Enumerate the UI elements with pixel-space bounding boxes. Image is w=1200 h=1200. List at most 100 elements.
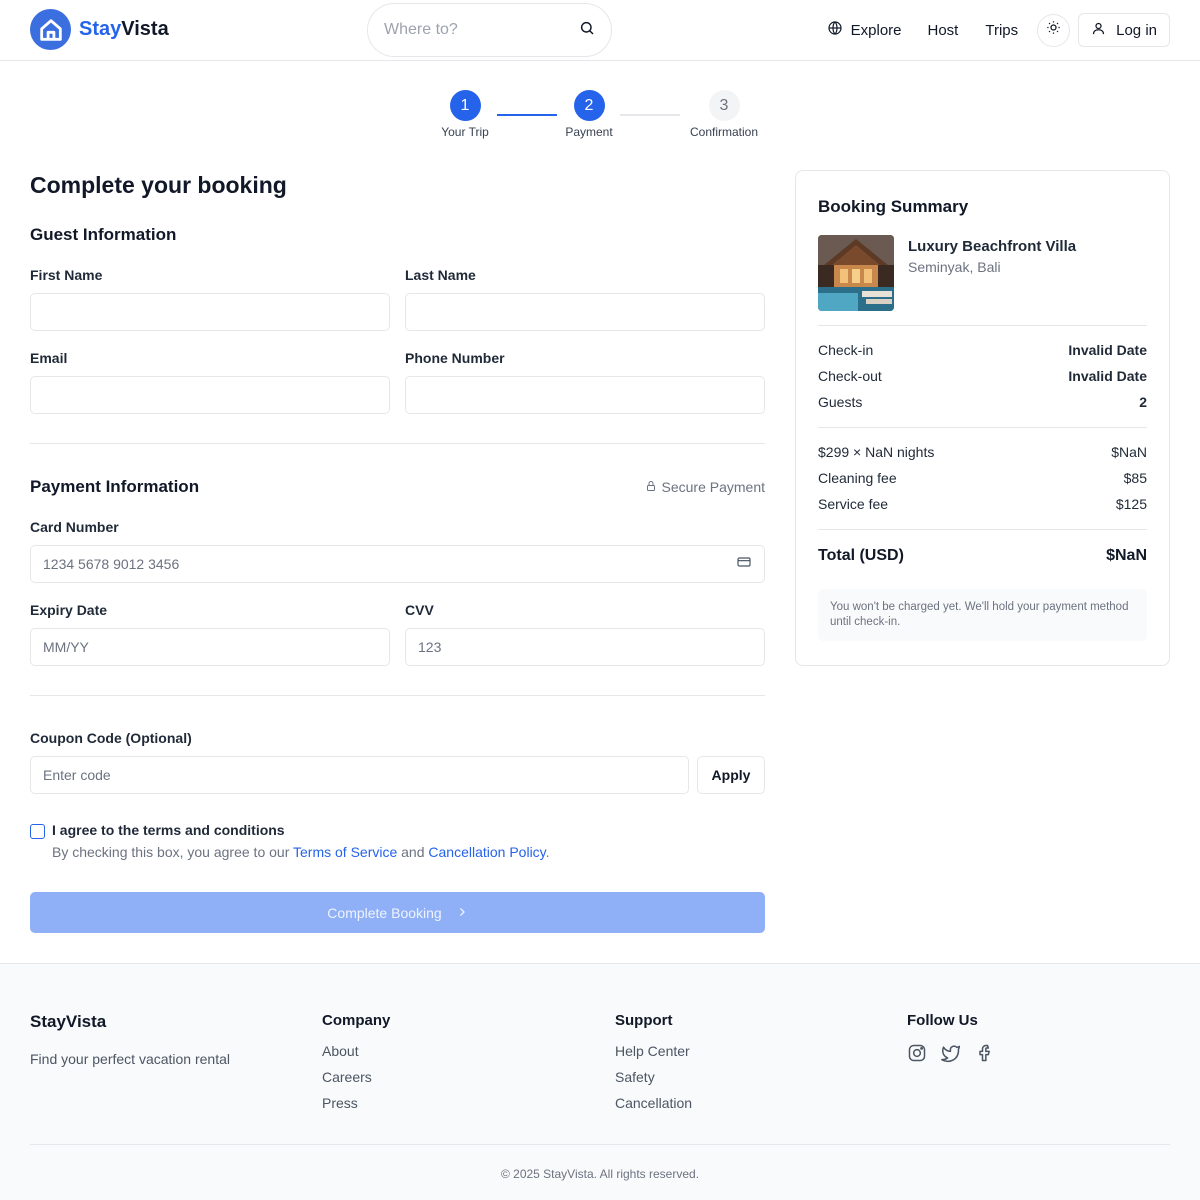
apply-coupon-button[interactable]: Apply <box>697 756 765 794</box>
footer-divider <box>30 1144 1170 1145</box>
user-icon <box>1091 21 1106 40</box>
logo-text-stay: Stay <box>79 18 122 40</box>
checkout-label: Check-out <box>818 368 882 384</box>
email-label: Email <box>30 350 68 366</box>
cancellation-policy-link[interactable]: Cancellation Policy <box>428 844 545 860</box>
guest-section-title: Guest Information <box>30 225 177 244</box>
logo[interactable]: StayVista <box>30 9 169 50</box>
cvv-field[interactable] <box>405 628 765 666</box>
checkout-value: Invalid Date <box>1068 368 1147 384</box>
section-divider <box>30 443 765 444</box>
site-footer: StayVista Find your perfect vacation ren… <box>0 963 1200 1200</box>
sun-icon <box>1046 20 1061 40</box>
terms-title: I agree to the terms and conditions <box>52 822 285 838</box>
nightly-rate-label: $299 × NaN nights <box>818 444 935 460</box>
footer-link-about[interactable]: About <box>322 1043 390 1069</box>
step-label: Your Trip <box>441 125 489 139</box>
instagram-icon[interactable] <box>907 1043 927 1068</box>
terms-description: By checking this box, you agree to our T… <box>52 844 550 860</box>
email-input[interactable] <box>43 387 377 403</box>
first-name-field[interactable] <box>30 293 390 331</box>
footer-company-title: Company <box>322 1012 391 1029</box>
guests-label: Guests <box>818 394 863 410</box>
logo-text: StayVista <box>79 18 169 41</box>
phone-input[interactable] <box>418 387 752 403</box>
nav-explore-label: Explore <box>850 21 902 39</box>
page-title: Complete your booking <box>30 172 287 198</box>
last-name-field[interactable] <box>405 293 765 331</box>
search-icon[interactable] <box>579 20 595 41</box>
home-logo-icon <box>30 9 71 50</box>
summary-title: Booking Summary <box>818 197 969 216</box>
footer-link-help-center[interactable]: Help Center <box>615 1043 692 1069</box>
footer-link-safety[interactable]: Safety <box>615 1069 692 1095</box>
nightly-rate-row: $299 × NaN nights $NaN <box>818 444 1147 460</box>
checkin-value: Invalid Date <box>1068 342 1147 358</box>
step-number: 2 <box>573 90 605 121</box>
step-label: Confirmation <box>689 125 759 139</box>
cvv-input[interactable] <box>418 639 752 655</box>
card-number-field[interactable] <box>30 545 765 583</box>
nav-trips-label: Trips <box>985 21 1019 39</box>
complete-booking-button[interactable]: Complete Booking <box>30 892 765 933</box>
expiry-label: Expiry Date <box>30 602 108 618</box>
nav-trips[interactable]: Trips <box>985 22 1018 39</box>
booking-summary-card: Booking Summary Luxury Beachfront Villa … <box>795 170 1170 666</box>
expiry-field[interactable] <box>30 628 390 666</box>
property-name: Luxury Beachfront Villa <box>908 238 1077 255</box>
step-number: 3 <box>708 90 740 121</box>
footer-link-cancellation[interactable]: Cancellation <box>615 1095 692 1121</box>
top-header: StayVista Explore Host Trips Log in <box>0 0 1200 61</box>
card-number-input[interactable] <box>43 556 736 572</box>
theme-toggle-button[interactable] <box>1037 13 1071 47</box>
step-label: Payment <box>565 125 613 139</box>
terms-checkbox[interactable] <box>30 824 45 839</box>
footer-link-careers[interactable]: Careers <box>322 1069 390 1095</box>
credit-card-icon <box>736 554 752 575</box>
social-links <box>907 1043 995 1068</box>
logo-text-vista: Vista <box>121 18 169 40</box>
payment-section-title: Payment Information <box>30 477 200 496</box>
nav-host[interactable]: Host <box>928 22 959 39</box>
footer-company-column: Company About Careers Press <box>322 1012 390 1121</box>
total-label: Total (USD) <box>818 547 904 564</box>
secure-payment-label: Secure Payment <box>661 479 766 495</box>
login-button[interactable]: Log in <box>1078 13 1170 47</box>
charge-note: You won't be charged yet. We'll hold you… <box>818 589 1147 641</box>
footer-tagline: Find your perfect vacation rental <box>30 1051 230 1067</box>
footer-brand: StayVista <box>30 1012 107 1031</box>
email-field[interactable] <box>30 376 390 414</box>
coupon-field[interactable] <box>30 756 689 794</box>
checkout-row: Check-out Invalid Date <box>818 368 1147 384</box>
facebook-icon[interactable] <box>975 1043 995 1068</box>
service-fee-label: Service fee <box>818 496 889 512</box>
search-input[interactable] <box>384 21 554 39</box>
complete-booking-label: Complete Booking <box>327 904 442 921</box>
phone-field[interactable] <box>405 376 765 414</box>
service-fee-value: $125 <box>1115 496 1147 512</box>
twitter-icon[interactable] <box>941 1043 961 1068</box>
first-name-input[interactable] <box>43 304 377 320</box>
property-location: Seminyak, Bali <box>908 259 1001 275</box>
checkin-row: Check-in Invalid Date <box>818 342 1147 358</box>
main-nav: Explore Host Trips Log in <box>827 13 1170 47</box>
expiry-input[interactable] <box>43 639 377 655</box>
cvv-label: CVV <box>405 602 434 618</box>
coupon-input[interactable] <box>43 767 676 783</box>
nav-explore[interactable]: Explore <box>827 20 902 40</box>
total-row: Total (USD) $NaN <box>818 547 1147 565</box>
search-bar[interactable] <box>367 3 612 57</box>
footer-support-column: Support Help Center Safety Cancellation <box>615 1012 692 1121</box>
total-value: $NaN <box>1106 547 1147 564</box>
terms-of-service-link[interactable]: Terms of Service <box>293 844 397 860</box>
last-name-input[interactable] <box>418 304 752 320</box>
cleaning-fee-label: Cleaning fee <box>818 470 897 486</box>
coupon-label: Coupon Code (Optional) <box>30 730 192 746</box>
step-confirmation: 3 Confirmation <box>664 90 784 139</box>
login-label: Log in <box>1116 21 1157 39</box>
cleaning-fee-row: Cleaning fee $85 <box>818 470 1147 486</box>
cleaning-fee-value: $85 <box>1123 470 1147 486</box>
summary-divider <box>818 325 1147 326</box>
footer-link-press[interactable]: Press <box>322 1095 390 1121</box>
phone-label: Phone Number <box>405 350 505 366</box>
